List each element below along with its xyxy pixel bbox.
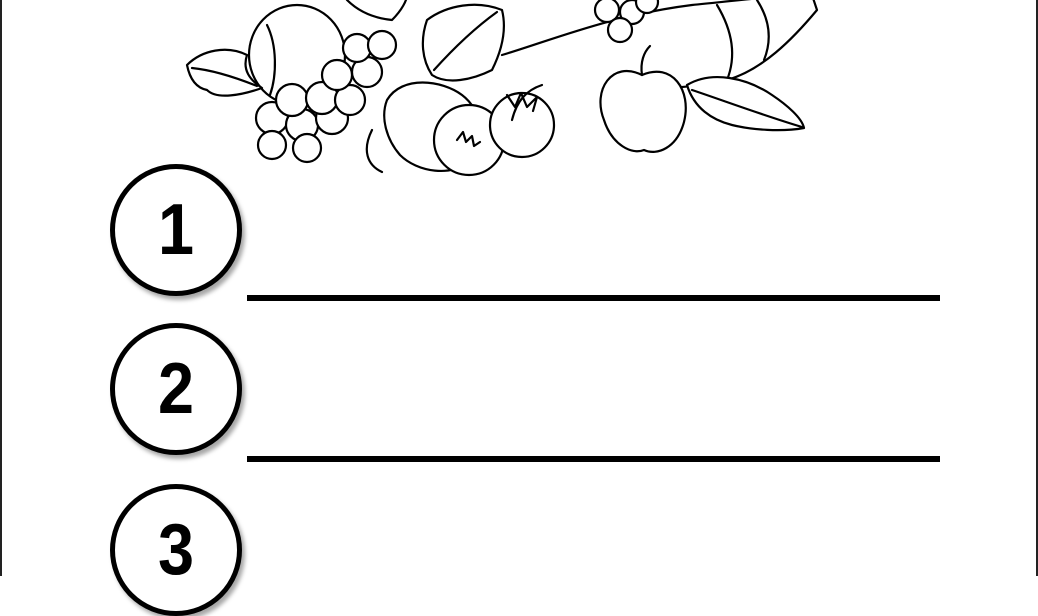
number-badge-3: 3 — [110, 484, 242, 616]
apple-shape — [599, 69, 687, 153]
number-label: 3 — [157, 510, 195, 590]
number-badge-1: 1 — [110, 164, 242, 296]
answer-line-2[interactable] — [247, 456, 940, 462]
number-badge-2: 2 — [110, 323, 242, 455]
number-label: 2 — [157, 349, 195, 429]
worksheet-page: 1 2 3 — [0, 0, 1038, 616]
number-label: 1 — [157, 190, 195, 270]
cornucopia-fruit-illustration — [185, 0, 819, 177]
answer-line-1[interactable] — [247, 295, 940, 301]
